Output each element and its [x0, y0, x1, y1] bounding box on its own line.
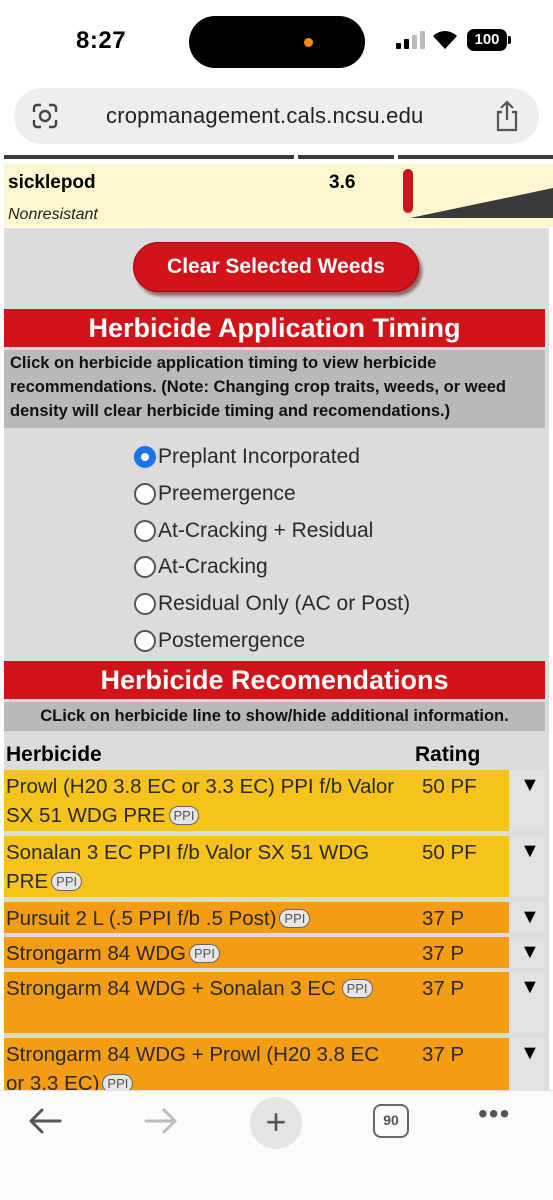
herbicide-row[interactable]: Strongarm 84 WDG + Prowl (H20 3.8 EC or … [4, 1038, 545, 1090]
ppi-badge: PPI [189, 944, 220, 963]
ppi-badge: PPI [102, 1074, 134, 1090]
radio-unchecked-icon[interactable] [134, 556, 156, 579]
herbicide-rating: 37 P [422, 942, 465, 965]
timing-option-at-cracking-residual[interactable]: At-Cracking + Residual [134, 512, 464, 549]
more-menu-icon[interactable]: ••• [478, 1100, 518, 1131]
expand-toggle[interactable]: ▼ [511, 836, 545, 897]
new-tab-button[interactable]: + [250, 1097, 302, 1149]
battery-icon: 100 [467, 29, 511, 51]
herbicide-name: Strongarm 84 WDG + Prowl (H20 3.8 EC or … [6, 1040, 396, 1090]
google-lens-icon[interactable] [32, 103, 58, 129]
cellular-signal-icon [396, 31, 426, 49]
radio-unchecked-icon[interactable] [134, 483, 156, 506]
density-slider-track[interactable] [410, 188, 553, 218]
herbicide-row-body[interactable]: Strongarm 84 WDG + Sonalan 3 EC PPI 37 P [4, 972, 509, 1033]
address-bar[interactable]: cropmanagement.cals.ncsu.edu [14, 88, 539, 144]
timing-option-at-cracking[interactable]: At-Cracking [134, 549, 464, 586]
expand-toggle[interactable]: ▼ [511, 972, 545, 1033]
radio-unchecked-icon[interactable] [134, 593, 156, 616]
plus-icon: + [265, 1101, 287, 1142]
table-border [4, 155, 553, 161]
ppi-badge: PPI [341, 979, 373, 998]
recommendations-heading: Herbicide Recomendations [4, 661, 545, 699]
timing-description: Click on herbicide application timing to… [4, 350, 545, 428]
rating-column-header: Rating [415, 743, 481, 766]
tab-switcher-button[interactable]: 90 [373, 1104, 409, 1138]
herbicide-row-body[interactable]: Prowl (H20 3.8 EC or 3.3 EC) PPI f/b Val… [4, 770, 509, 831]
selected-weed-row: sicklepod Nonresistant 3.6 [4, 164, 553, 227]
herbicide-row-body[interactable]: Strongarm 84 WDG + Prowl (H20 3.8 EC or … [4, 1038, 509, 1090]
recommendations-description: CLick on herbicide line to show/hide add… [4, 702, 545, 731]
timing-option-pre[interactable]: Preemergence [134, 476, 464, 513]
herbicide-rating: 37 P [422, 1043, 465, 1066]
wifi-icon [433, 31, 457, 49]
ppi-badge: PPI [51, 872, 83, 891]
herbicide-row[interactable]: Strongarm 84 WDG + Sonalan 3 EC PPI 37 P… [4, 972, 545, 1033]
forward-arrow-icon[interactable] [142, 1105, 180, 1137]
herbicide-name: Strongarm 84 WDG PPI [6, 939, 396, 968]
triangle-down-icon: ▼ [520, 906, 540, 928]
url-text[interactable]: cropmanagement.cals.ncsu.edu [106, 103, 423, 129]
timing-option-residual-only[interactable]: Residual Only (AC or Post) [134, 586, 464, 623]
herbicide-row[interactable]: Strongarm 84 WDG PPI 37 P ▼ [4, 937, 545, 968]
herbicide-name: Strongarm 84 WDG + Sonalan 3 EC PPI [6, 974, 396, 1003]
herbicide-row[interactable]: Sonalan 3 EC PPI f/b Valor SX 51 WDG PRE… [4, 836, 545, 897]
herbicide-row-body[interactable]: Pursuit 2 L (.5 PPI f/b .5 Post) PPI 37 P [4, 902, 509, 933]
timing-option-ppi[interactable]: Preplant Incorporated [134, 439, 464, 476]
triangle-down-icon: ▼ [520, 774, 540, 796]
herbicide-column-header: Herbicide [6, 743, 102, 766]
share-icon[interactable] [493, 100, 521, 132]
weed-name: sicklepod [8, 172, 96, 193]
herbicide-name: Sonalan 3 EC PPI f/b Valor SX 51 WDG PRE… [6, 841, 370, 893]
ppi-badge: PPI [168, 806, 200, 825]
browser-toolbar: + 90 ••• [0, 1090, 553, 1200]
weed-density-value: 3.6 [329, 172, 356, 193]
status-bar: 8:27 100 [0, 0, 553, 80]
radio-unchecked-icon[interactable] [134, 519, 156, 542]
density-slider-thumb[interactable] [403, 169, 413, 213]
triangle-down-icon: ▼ [520, 1042, 540, 1064]
herbicide-row-body[interactable]: Sonalan 3 EC PPI f/b Valor SX 51 WDG PRE… [4, 836, 509, 897]
dynamic-island [189, 16, 365, 68]
web-content: sicklepod Nonresistant 3.6 Clear Selecte… [0, 152, 553, 1090]
recording-indicator [304, 38, 313, 47]
herbicide-row-body[interactable]: Strongarm 84 WDG PPI 37 P [4, 937, 509, 968]
herbicide-rating: 37 P [422, 907, 465, 930]
weed-resistance: Nonresistant [8, 206, 98, 223]
timing-options: Preplant Incorporated Preemergence At-Cr… [134, 439, 464, 659]
expand-toggle[interactable]: ▼ [511, 770, 545, 831]
ppi-badge: PPI [279, 909, 311, 928]
herbicide-name: Pursuit 2 L (.5 PPI f/b .5 Post) PPI [6, 904, 406, 933]
herbicide-name: Prowl (H20 3.8 EC or 3.3 EC) PPI f/b Val… [6, 775, 395, 827]
browser-address-area: cropmanagement.cals.ncsu.edu [0, 80, 553, 152]
clock: 8:27 [76, 27, 127, 54]
herbicide-rating: 37 P [422, 977, 465, 1000]
triangle-down-icon: ▼ [520, 941, 540, 963]
timing-option-post[interactable]: Postemergence [134, 622, 464, 659]
back-arrow-icon[interactable] [26, 1105, 64, 1137]
timing-heading: Herbicide Application Timing [4, 309, 545, 347]
clear-selected-weeds-button[interactable]: Clear Selected Weeds [133, 242, 419, 292]
expand-toggle[interactable]: ▼ [511, 902, 545, 933]
triangle-down-icon: ▼ [520, 976, 540, 998]
radio-checked-icon[interactable] [134, 446, 156, 469]
herbicide-rating: 50 PF [422, 775, 477, 798]
expand-toggle[interactable]: ▼ [511, 937, 545, 968]
expand-toggle[interactable]: ▼ [511, 1038, 545, 1090]
herbicide-rating: 50 PF [422, 841, 477, 864]
triangle-down-icon: ▼ [520, 840, 540, 862]
herbicide-row[interactable]: Pursuit 2 L (.5 PPI f/b .5 Post) PPI 37 P… [4, 902, 545, 933]
herbicide-row[interactable]: Prowl (H20 3.8 EC or 3.3 EC) PPI f/b Val… [4, 770, 545, 831]
radio-unchecked-icon[interactable] [134, 629, 156, 652]
